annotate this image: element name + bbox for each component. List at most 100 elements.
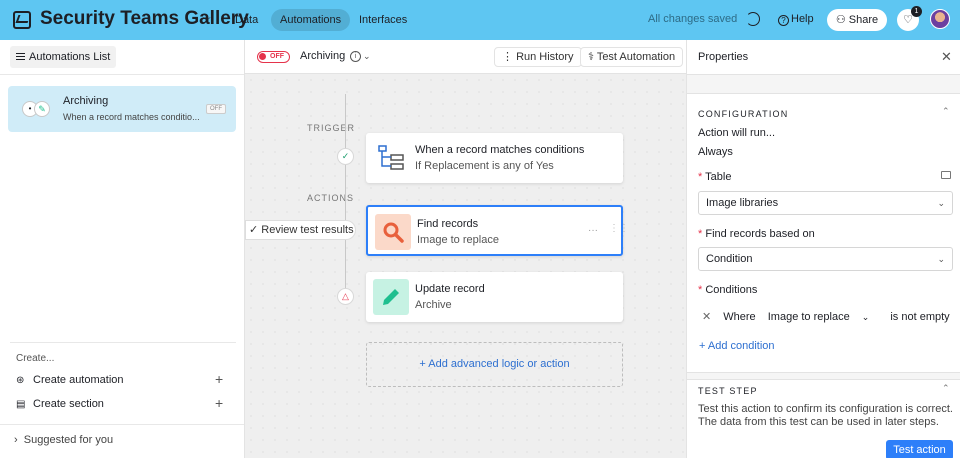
condition-where: Where bbox=[723, 311, 756, 323]
hamburger-icon bbox=[16, 53, 25, 60]
test-automation-label: Test Automation bbox=[596, 51, 676, 63]
review-label: Review test results bbox=[261, 224, 354, 236]
nav-tab-data[interactable]: Data bbox=[226, 9, 267, 31]
table-select[interactable]: Image libraries ⌄ bbox=[698, 191, 953, 215]
panel-title: Properties bbox=[698, 51, 749, 63]
create-automation-label: Create automation bbox=[33, 374, 124, 386]
test-step-description: Test this action to confirm its configur… bbox=[698, 403, 953, 428]
table-label: Table bbox=[705, 171, 732, 183]
automation-step-icons: • ✎ bbox=[22, 101, 52, 119]
remove-condition-icon[interactable]: ✕ bbox=[702, 311, 711, 323]
condition-operator: is not empty bbox=[890, 311, 950, 323]
action-will-run-label: Action will run... bbox=[698, 127, 776, 139]
chevron-down-icon: ⌄ bbox=[937, 254, 945, 264]
trigger-title: When a record matches conditions bbox=[415, 144, 585, 156]
close-icon[interactable]: ✕ bbox=[941, 49, 952, 65]
test-step-header[interactable]: TEST STEP bbox=[698, 386, 758, 396]
more-options-icon[interactable]: ··· bbox=[588, 225, 598, 236]
pencil-icon: ✎ bbox=[34, 101, 50, 117]
automation-item-archiving[interactable]: • ✎ Archiving When a record matches cond… bbox=[8, 86, 236, 132]
nav-tab-automations[interactable]: Automations bbox=[271, 9, 351, 31]
pencil-icon bbox=[373, 279, 409, 315]
share-button[interactable]: ⚇ Share bbox=[827, 9, 887, 31]
flask-icon: ⚕ bbox=[588, 51, 597, 63]
drag-handle-icon[interactable]: ⋮⋮ bbox=[609, 223, 629, 234]
top-bar: Security Teams Gallery ⌵ Data Automation… bbox=[0, 0, 960, 40]
divider bbox=[0, 424, 244, 425]
properties-panel: Properties ✕ CONFIGURATION ⌃ Action will… bbox=[686, 40, 960, 458]
suggested-for-you-toggle[interactable]: › Suggested for you bbox=[14, 434, 113, 446]
automation-toggle[interactable]: OFF bbox=[257, 51, 290, 63]
plus-icon: + bbox=[699, 340, 708, 352]
chevron-down-icon[interactable]: ⌄ bbox=[363, 51, 371, 62]
share-icon: ⚇ bbox=[835, 14, 849, 26]
run-history-button[interactable]: ⋮ Run History bbox=[494, 47, 582, 67]
find-based-on-select[interactable]: Condition ⌄ bbox=[698, 247, 953, 271]
canvas-toolbar: OFF Archiving i ⌄ ⋮ Run History ⚕ Test A… bbox=[245, 40, 686, 74]
create-section-label: Create section bbox=[33, 398, 104, 410]
update-record-subtitle: Archive bbox=[415, 299, 452, 311]
automations-list-label: Automations List bbox=[29, 51, 111, 63]
status-badge: OFF bbox=[206, 104, 226, 114]
add-condition-label: Add condition bbox=[707, 340, 775, 352]
warning-icon: △ bbox=[337, 288, 354, 305]
automation-description: When a record matches conditio... bbox=[63, 112, 200, 122]
condition-field-select[interactable]: Image to replace ⌄ bbox=[768, 311, 879, 323]
check-icon: ✓ bbox=[337, 148, 354, 165]
trigger-subtitle: If Replacement is any of Yes bbox=[415, 160, 554, 172]
find-based-on-field-label: * Find records based on bbox=[698, 228, 815, 240]
base-logo-icon[interactable] bbox=[13, 11, 31, 29]
actions-label: ACTIONS bbox=[307, 193, 355, 203]
section-icon: ▤ bbox=[16, 399, 26, 410]
chevron-up-icon[interactable]: ⌃ bbox=[942, 383, 950, 394]
chevron-down-icon: ⌄ bbox=[861, 312, 870, 322]
divider bbox=[687, 372, 960, 380]
trigger-label: TRIGGER bbox=[307, 123, 356, 133]
conditions-field-label: * Conditions bbox=[698, 284, 758, 296]
condition-operator-select[interactable]: is not empty ⌄ bbox=[890, 311, 960, 323]
automations-sidebar: Automations List • ✎ Archiving When a re… bbox=[0, 40, 245, 458]
share-label: Share bbox=[848, 14, 879, 26]
automations-list-button[interactable]: Automations List bbox=[10, 46, 117, 68]
find-records-title: Find records bbox=[417, 218, 479, 230]
trigger-card[interactable]: When a record matches conditions If Repl… bbox=[366, 133, 623, 183]
chevron-right-icon: › bbox=[14, 434, 24, 446]
help-icon: ? bbox=[778, 15, 789, 26]
avatar[interactable] bbox=[930, 9, 950, 29]
history-icon[interactable] bbox=[746, 12, 760, 26]
test-action-button[interactable]: Test action bbox=[886, 440, 953, 458]
divider bbox=[10, 342, 236, 343]
history-icon: ⋮ bbox=[502, 51, 517, 63]
find-based-on-value: Condition bbox=[706, 253, 753, 265]
chevron-up-icon[interactable]: ⌃ bbox=[942, 106, 950, 117]
chevron-down-icon: ⌄ bbox=[937, 198, 945, 208]
test-automation-button[interactable]: ⚕ Test Automation bbox=[580, 47, 684, 67]
update-record-title: Update record bbox=[415, 283, 485, 295]
create-section-button[interactable]: ▤ Create section bbox=[16, 398, 104, 410]
search-icon bbox=[375, 214, 411, 250]
add-action-label: Add advanced logic or action bbox=[428, 358, 570, 370]
help-button[interactable]: ? Help bbox=[778, 13, 814, 26]
expand-icon[interactable] bbox=[941, 171, 951, 179]
help-label: Help bbox=[791, 13, 814, 25]
create-automation-button[interactable]: ⊛ Create automation bbox=[16, 374, 124, 386]
chevron-down-icon[interactable]: ⌵ bbox=[203, 13, 211, 24]
condition-field: Image to replace bbox=[767, 311, 850, 323]
find-records-card[interactable]: Find records Image to replace ··· ⋮⋮ bbox=[366, 205, 629, 256]
table-field-label: * Table bbox=[698, 171, 732, 183]
configuration-header[interactable]: CONFIGURATION bbox=[698, 109, 788, 119]
plus-icon[interactable]: + bbox=[215, 395, 223, 411]
base-title[interactable]: Security Teams Gallery bbox=[40, 8, 249, 30]
info-icon[interactable]: i bbox=[350, 51, 361, 62]
review-test-results-button[interactable]: ✓ Review test results bbox=[245, 220, 356, 240]
toggle-label: OFF bbox=[270, 53, 284, 60]
add-condition-button[interactable]: + Add condition bbox=[699, 340, 775, 352]
conditions-label: Conditions bbox=[705, 284, 758, 296]
automation-title[interactable]: Archiving bbox=[300, 50, 345, 62]
bell-icon: ♡ bbox=[903, 14, 913, 26]
add-action-button[interactable]: + Add advanced logic or action bbox=[366, 342, 623, 387]
plus-icon[interactable]: + bbox=[215, 371, 223, 387]
nav-tab-interfaces[interactable]: Interfaces bbox=[350, 9, 416, 31]
update-record-card[interactable]: Update record Archive bbox=[366, 272, 623, 322]
plus-icon: + bbox=[419, 358, 429, 370]
